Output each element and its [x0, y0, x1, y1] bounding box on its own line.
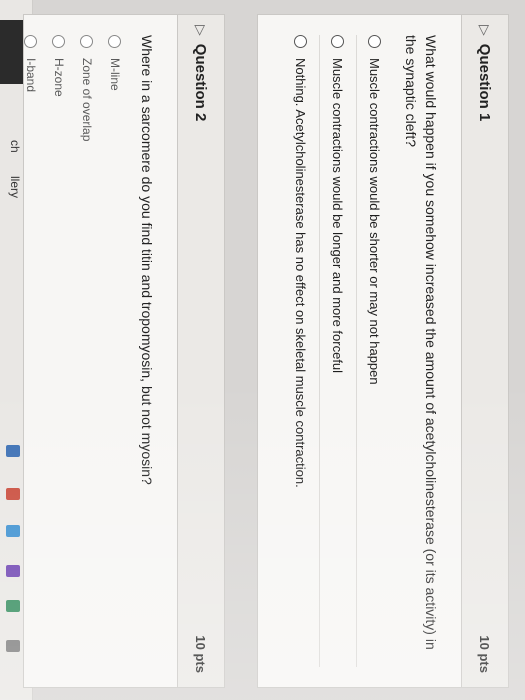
question-header: ▷ Question 1 10 pts	[461, 15, 508, 687]
quiz-content: ▷ Question 1 10 pts What would happen if…	[23, 0, 525, 700]
question-prompt: What would happen if you somehow increas…	[403, 35, 439, 650]
question-points: 10 pts	[477, 635, 493, 673]
radio-button[interactable]	[52, 35, 66, 48]
answer-label: Zone of overlap	[80, 58, 94, 142]
answer-list: Muscle contractions would be shorter or …	[271, 15, 393, 687]
answer-label: M-line	[108, 58, 122, 91]
answer-option[interactable]: Muscle contractions would be shorter or …	[356, 35, 393, 667]
question-card: ▷ Question 2 10 pts Where in a sarcomere…	[23, 14, 225, 688]
answer-option[interactable]: M-line	[101, 35, 129, 667]
radio-button[interactable]	[24, 35, 38, 48]
radio-button[interactable]	[368, 35, 382, 48]
flag-icon[interactable]: ▷	[193, 25, 210, 36]
answer-option[interactable]: I-band	[17, 35, 45, 667]
answer-option[interactable]: Nothing. Acetylcholinesterase has no eff…	[283, 35, 319, 667]
answer-label: H-zone	[52, 58, 66, 97]
radio-button[interactable]	[294, 35, 308, 48]
answer-label: Muscle contractions would be shorter or …	[367, 58, 383, 385]
question-card: ▷ Question 1 10 pts What would happen if…	[257, 14, 509, 688]
radio-button[interactable]	[331, 35, 345, 48]
answer-label: Muscle contractions would be longer and …	[330, 58, 346, 374]
question-prompt: Where in a sarcomere do you find titin a…	[139, 35, 155, 485]
radio-button[interactable]	[80, 35, 94, 48]
radio-button[interactable]	[108, 35, 122, 48]
answer-label: Nothing. Acetylcholinesterase has no eff…	[293, 58, 309, 488]
answer-label: I-band	[24, 58, 38, 93]
flag-icon[interactable]: ▷	[477, 25, 494, 36]
answer-option[interactable]: H-zone	[45, 35, 73, 667]
answer-option[interactable]: Muscle contractions would be longer and …	[319, 35, 356, 667]
answer-list: M-line Zone of overlap H-zone I-band	[5, 15, 129, 687]
question-title: Question 2	[192, 43, 210, 122]
question-header: ▷ Question 2 10 pts	[177, 15, 224, 687]
answer-option[interactable]: Zone of overlap	[73, 35, 101, 667]
question-points: 10 pts	[193, 635, 209, 673]
question-title: Question 1	[476, 43, 494, 122]
